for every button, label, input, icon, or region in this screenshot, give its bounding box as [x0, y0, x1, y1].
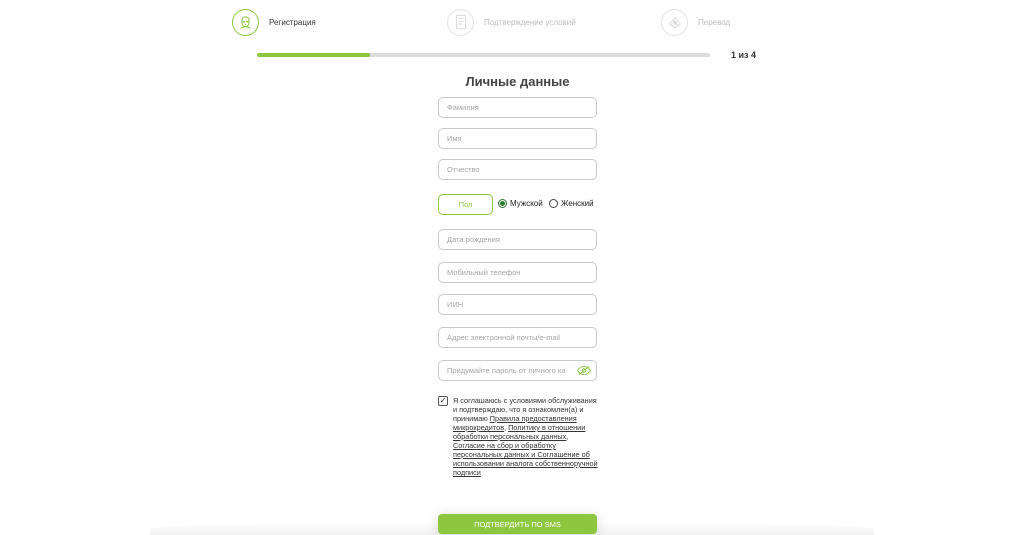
consent-sep: ,	[566, 432, 569, 441]
last-name-input[interactable]	[447, 103, 596, 112]
phone-input[interactable]	[447, 268, 596, 277]
phone-field[interactable]	[438, 262, 597, 283]
step-registration: Регистрация	[232, 8, 316, 36]
gender-label-box: Пол	[438, 194, 493, 215]
first-name-field[interactable]	[438, 128, 597, 149]
consent-checkbox[interactable]: ✓	[438, 396, 448, 406]
password-input[interactable]	[447, 366, 572, 375]
step-confirm-terms: Подтверждение условий	[447, 8, 576, 36]
iin-input[interactable]	[447, 300, 596, 309]
gender-male-label: Мужской	[510, 199, 543, 208]
eye-icon[interactable]	[577, 365, 591, 378]
submit-sms-button[interactable]: ПОДТВЕРДИТЬ ПО SMS	[438, 514, 597, 534]
gender-female-label: Женский	[561, 199, 594, 208]
progress-bar-fill	[257, 53, 371, 57]
progress-count: 1 из 4	[731, 50, 757, 60]
consent-text: Я соглашаюсь с условиями обслуживания и …	[453, 396, 598, 477]
iin-field[interactable]	[438, 294, 597, 315]
email-input[interactable]	[447, 333, 596, 342]
middle-name-field[interactable]	[438, 159, 597, 180]
email-field[interactable]	[438, 327, 597, 348]
step-label: Перевод	[698, 17, 731, 27]
data-consent-link[interactable]: Согласие на сбор и обработку персональны…	[453, 441, 598, 477]
middle-name-input[interactable]	[447, 165, 596, 174]
progress-bar	[257, 53, 710, 57]
step-transfer: Перевод	[661, 8, 730, 36]
password-field[interactable]	[438, 360, 597, 381]
radio-checked-icon[interactable]	[498, 199, 507, 208]
gender-male-radio[interactable]: Мужской	[498, 199, 543, 208]
last-name-field[interactable]	[438, 97, 597, 118]
document-icon	[447, 8, 474, 36]
birth-date-input[interactable]	[447, 235, 596, 244]
face-icon	[232, 8, 259, 36]
birth-date-field[interactable]	[438, 229, 597, 250]
page-title: Личные данные	[465, 74, 570, 89]
check-icon: ✓	[439, 396, 447, 405]
step-label: Подтверждение условий	[484, 17, 576, 27]
radio-unchecked-icon[interactable]	[549, 199, 558, 208]
step-label: Регистрация	[269, 17, 316, 27]
gender-female-radio[interactable]: Женский	[549, 199, 594, 208]
first-name-input[interactable]	[447, 134, 596, 143]
money-icon	[661, 8, 688, 36]
